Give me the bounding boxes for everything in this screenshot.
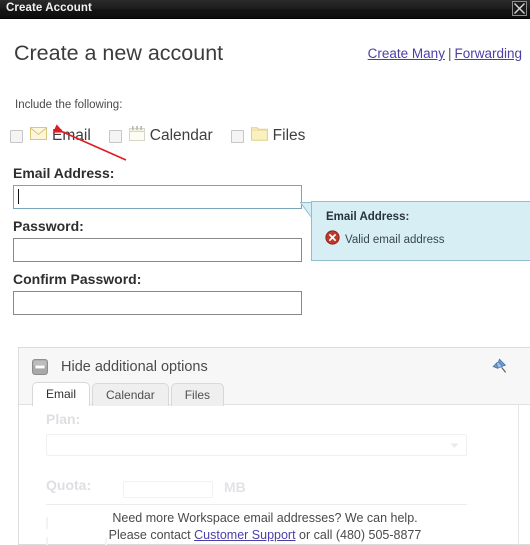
confirm-password-input[interactable]: [13, 291, 302, 315]
plan-select[interactable]: [46, 434, 467, 456]
forwarding-link[interactable]: Forwarding: [454, 46, 522, 61]
include-item-files-label: Files: [272, 127, 306, 144]
plan-label: Plan:: [46, 411, 81, 427]
tab-calendar[interactable]: Calendar: [92, 383, 169, 406]
calendar-icon: [128, 126, 145, 146]
tooltip-title: Email Address:: [326, 211, 410, 223]
include-item-email[interactable]: Email: [10, 127, 91, 145]
password-input[interactable]: [13, 238, 302, 262]
folder-icon: [250, 126, 268, 146]
customer-support-link[interactable]: Customer Support: [194, 528, 295, 542]
additional-options-toggle-label[interactable]: Hide additional options: [61, 359, 208, 375]
close-icon[interactable]: [512, 1, 527, 16]
include-options-row: Email Calendar Files: [10, 126, 323, 146]
quota-unit-label: MB: [224, 479, 246, 495]
error-circle-icon: [325, 230, 340, 250]
pushpin-icon[interactable]: [488, 357, 508, 377]
section-divider: [46, 504, 467, 505]
include-item-calendar[interactable]: Calendar: [108, 126, 213, 146]
include-item-files[interactable]: Files: [230, 126, 306, 146]
tooltip-message-row: Valid email address: [325, 230, 445, 250]
tooltip-message: Valid email address: [345, 234, 445, 246]
calendar-checkbox[interactable]: [108, 129, 122, 143]
include-label: Include the following:: [15, 99, 123, 111]
create-account-page: Create a new account Create Many | Forward…: [0, 19, 530, 545]
window-titlebar: Create Account: [0, 0, 530, 19]
include-item-calendar-label: Calendar: [149, 127, 213, 144]
email-address-input[interactable]: [13, 185, 302, 209]
create-many-link[interactable]: Create Many: [368, 46, 445, 61]
footer-line-2-suffix: or call (480) 505-8877: [295, 528, 422, 542]
footer-line-2-prefix: Please contact: [108, 528, 195, 542]
additional-options-header: Hide additional options Email Calendar F…: [19, 348, 530, 406]
tab-files[interactable]: Files: [170, 383, 225, 406]
collapse-minus-icon[interactable]: [32, 359, 48, 375]
files-checkbox[interactable]: [230, 129, 244, 143]
tab-email[interactable]: Email: [32, 382, 91, 406]
quota-input[interactable]: [123, 481, 213, 498]
window-title: Create Account: [6, 2, 92, 14]
additional-options-tabs: Email Calendar Files: [32, 382, 226, 406]
header-links: Create Many | Forwarding: [368, 46, 522, 61]
email-checkbox[interactable]: [10, 129, 23, 143]
text-caret: [18, 189, 19, 204]
email-address-label: Email Address:: [13, 165, 115, 181]
confirm-password-label: Confirm Password:: [13, 271, 142, 287]
validation-tooltip: Email Address: Valid email address: [311, 201, 530, 261]
footer-line-2: Please contact Customer Support or call …: [0, 527, 530, 544]
envelope-icon: [30, 127, 47, 145]
footer-line-1: Need more Workspace email addresses? We …: [112, 511, 418, 525]
password-label: Password:: [13, 218, 84, 234]
quota-label: Quota:: [46, 477, 92, 493]
footer-help-text: Need more Workspace email addresses? We …: [0, 510, 530, 544]
chevron-down-icon: [450, 443, 459, 448]
page-title: Create a new account: [14, 41, 224, 65]
include-item-email-label: Email: [52, 127, 91, 144]
